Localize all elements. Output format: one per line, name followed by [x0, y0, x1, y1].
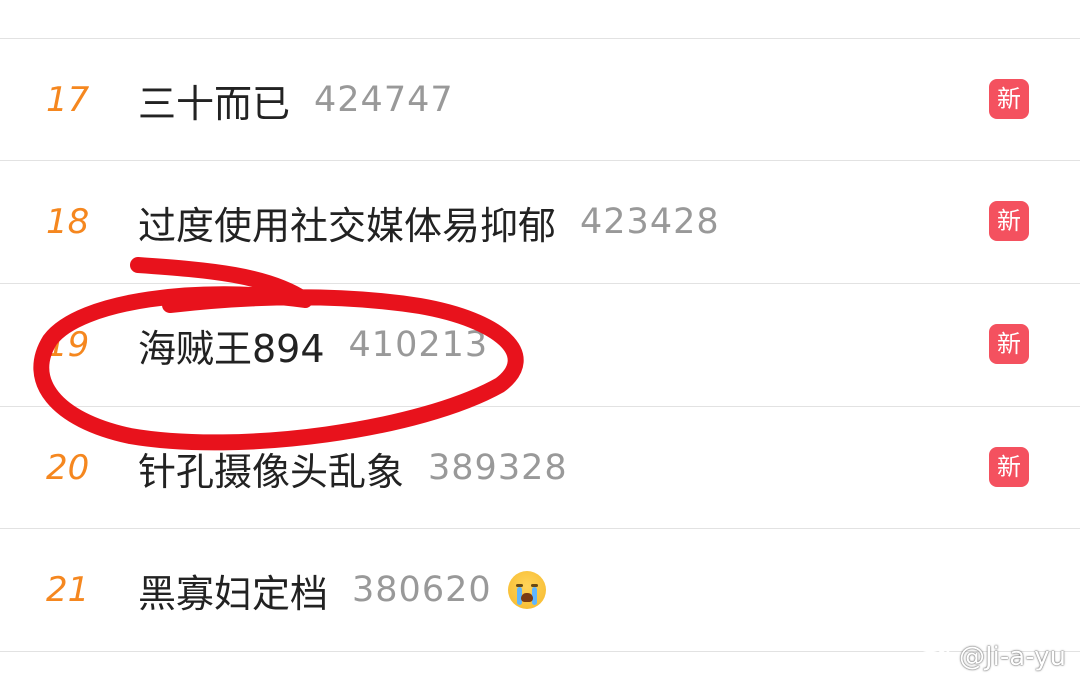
new-badge: 新 — [989, 447, 1029, 487]
rank-number: 19 — [46, 325, 90, 365]
watermark-text: @Ji-a-yu — [959, 642, 1066, 672]
list-item[interactable]: 19 海贼王894 410213 新 — [0, 284, 1080, 406]
list-item[interactable]: 17 三十而已 424747 新 — [0, 39, 1080, 161]
new-badge: 新 — [989, 201, 1029, 241]
heat-count: 389328 — [428, 448, 568, 488]
rank-number: 18 — [46, 202, 90, 242]
trending-list: 17 三十而已 424747 新 18 过度使用社交媒体易抑郁 423428 新… — [0, 0, 1080, 687]
rank-number: 20 — [46, 448, 90, 488]
item-content: 三十而已 424747 — [138, 39, 454, 161]
topic-title[interactable]: 海贼王894 — [138, 318, 325, 373]
heat-count: 380620 — [352, 570, 492, 610]
crying-face-icon — [507, 571, 546, 609]
item-content: 黑寡妇定档 380620 — [138, 529, 546, 651]
topic-title[interactable]: 三十而已 — [138, 73, 290, 128]
watermark: @Ji-a-yu — [913, 639, 1066, 675]
item-content: 过度使用社交媒体易抑郁 423428 — [138, 161, 720, 283]
topic-title[interactable]: 过度使用社交媒体易抑郁 — [138, 195, 556, 250]
topic-title[interactable]: 黑寡妇定档 — [138, 563, 328, 618]
new-badge: 新 — [989, 324, 1029, 364]
heat-count: 424747 — [314, 80, 454, 120]
weibo-icon — [914, 645, 950, 672]
item-content: 针孔摄像头乱象 389328 — [138, 407, 568, 529]
rank-number: 21 — [46, 570, 90, 610]
topic-title[interactable]: 针孔摄像头乱象 — [138, 441, 404, 496]
heat-count: 423428 — [580, 202, 720, 242]
rank-number: 17 — [46, 80, 90, 120]
list-item[interactable]: 20 针孔摄像头乱象 389328 新 — [0, 407, 1080, 529]
list-item[interactable]: 18 过度使用社交媒体易抑郁 423428 新 — [0, 161, 1080, 283]
item-content: 海贼王894 410213 — [138, 284, 488, 406]
new-badge: 新 — [989, 79, 1029, 119]
heat-count: 410213 — [348, 325, 489, 365]
list-item[interactable]: 21 黑寡妇定档 380620 — [0, 529, 1080, 651]
